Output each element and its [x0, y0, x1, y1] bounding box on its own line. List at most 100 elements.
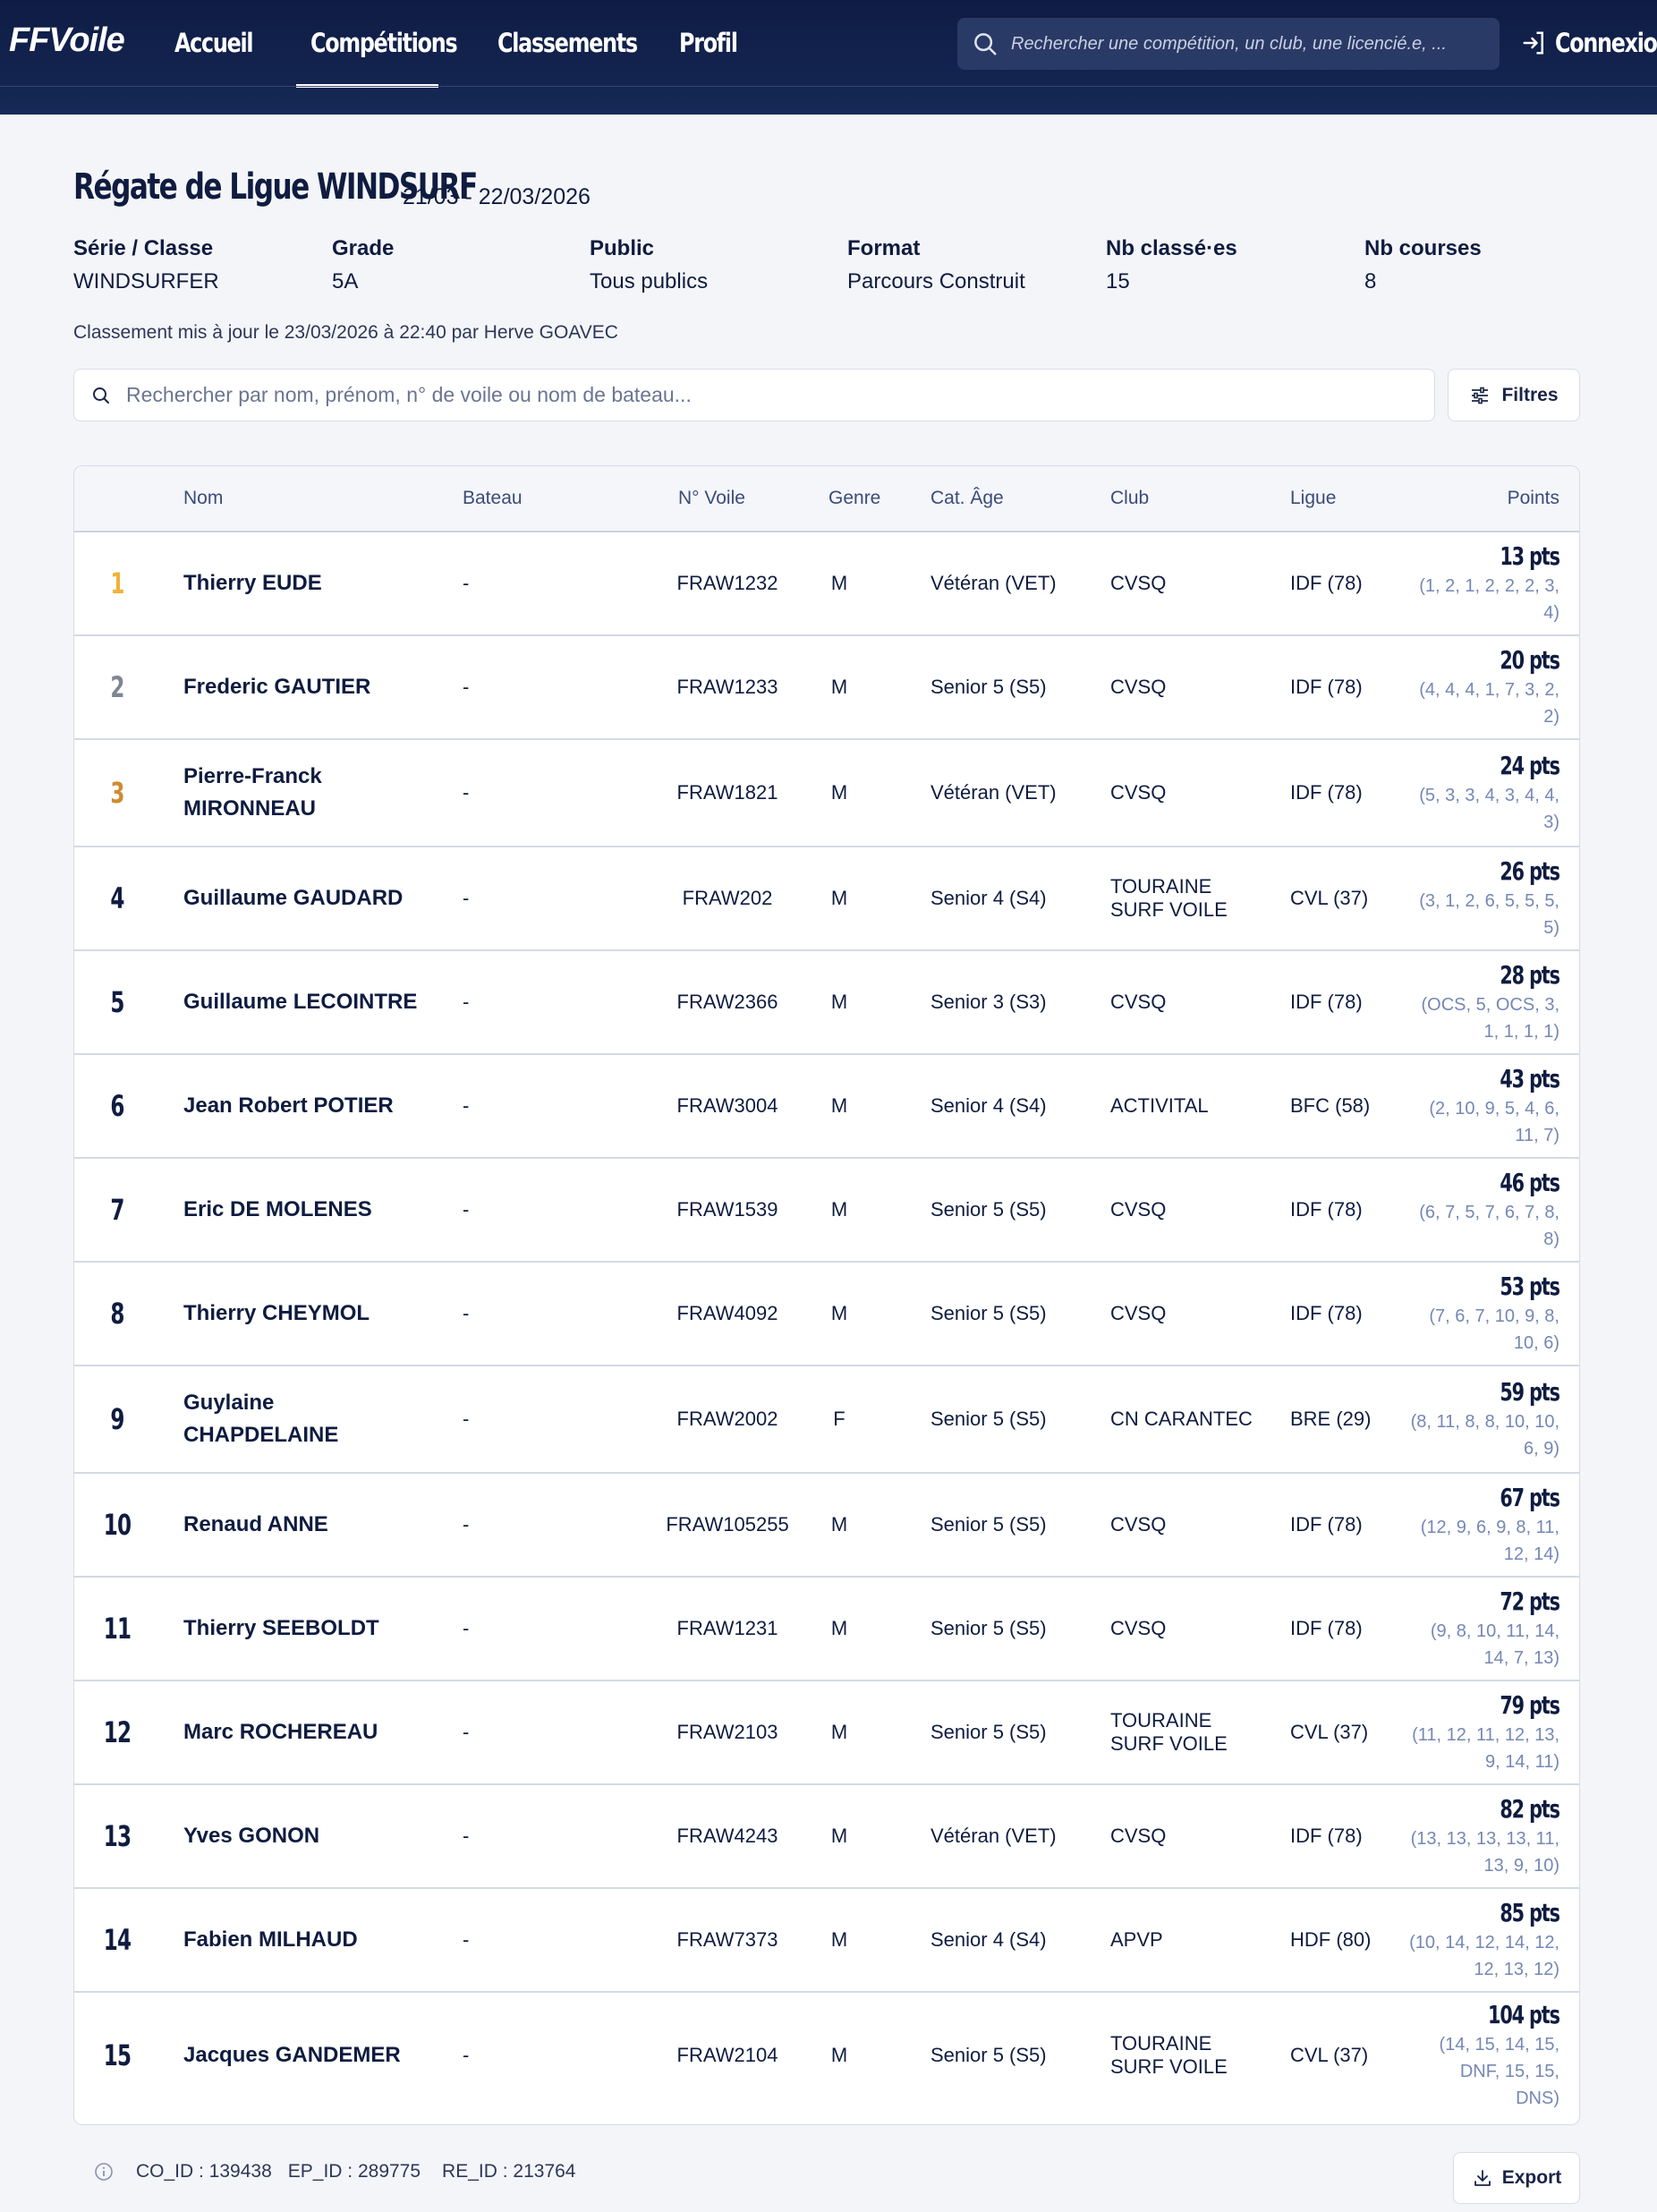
col-header-club[interactable]: Club [1110, 488, 1149, 509]
col-header-points[interactable]: Points [1508, 488, 1559, 509]
bateau-cell-text: - [463, 676, 470, 698]
table-row[interactable]: 7 Eric DE MOLENES - FRAW1539 M Senior 5 (S5) C… [74, 1159, 1579, 1263]
global-search-input[interactable]: Rechercher une compétition, un club, une… [957, 18, 1500, 70]
points-cell: 46 pts (6, 7, 5, 7, 6, 7, 8, 8) [1407, 1159, 1561, 1261]
table-row[interactable]: 12 Marc ROCHEREAU - FRAW2103 M Senior 5 (S5) T… [74, 1681, 1579, 1785]
genre-cell-text: M [830, 1617, 848, 1639]
results-search-input[interactable]: Rechercher par nom, prénom, n° de voile … [73, 369, 1435, 421]
name-cell: Guillaume GAUDARD [183, 847, 434, 949]
bateau-cell: - [463, 1263, 516, 1365]
points-total: 67 pts [1500, 1482, 1561, 1512]
nav-classements[interactable]: Classements [497, 21, 638, 86]
ffvoile-logo[interactable]: FFVoile [9, 21, 125, 60]
meta-nb-courses-value: 8 [1364, 269, 1377, 294]
nav-competitions[interactable]: Compétitions [310, 21, 458, 86]
voile-cell-text: FRAW3004 [676, 1094, 778, 1117]
table-row[interactable]: 11 Thierry SEEBOLDT - FRAW1231 M Senior 5 (S5… [74, 1578, 1579, 1681]
table-row[interactable]: 2 Frederic GAUTIER - FRAW1233 M Senior 5 (S5)… [74, 636, 1579, 740]
genre-cell: M [808, 532, 871, 634]
filters-button[interactable]: Filtres [1448, 369, 1580, 421]
meta-nb-courses-label: Nb courses [1364, 236, 1482, 260]
genre-cell: M [808, 951, 871, 1053]
voile-cell-text: FRAW1233 [676, 676, 778, 698]
col-header-bateau[interactable]: Bateau [463, 488, 523, 509]
footer-ids: CO_ID : 139438 EP_ID : 289775 RE_ID : 21… [93, 2161, 575, 2182]
table-row[interactable]: 4 Guillaume GAUDARD - FRAW202 M Senior 4 (S4)… [74, 847, 1579, 951]
rank-cell-text: 13 [103, 1819, 132, 1853]
rank-cell-text: 15 [103, 2038, 132, 2072]
bateau-cell: - [463, 740, 516, 846]
voile-cell-text: FRAW1232 [676, 572, 778, 594]
voile-cell: FRAW105255 [647, 1474, 808, 1576]
ligue-cell: IDF (78) [1290, 532, 1398, 634]
name-cell: Yves GONON [183, 1785, 434, 1887]
points-total: 46 pts [1500, 1167, 1561, 1197]
results-search-placeholder: Rechercher par nom, prénom, n° de voile … [126, 383, 692, 406]
rank-cell: 9 [86, 1366, 148, 1472]
table-row[interactable]: 14 Fabien MILHAUD - FRAW7373 M Senior 4 (S4) A… [74, 1889, 1579, 1993]
nav-accueil[interactable]: Accueil [174, 21, 254, 86]
genre-cell: M [808, 1474, 871, 1576]
meta-format-label: Format [847, 236, 921, 260]
genre-cell-text: M [830, 572, 848, 594]
table-row[interactable]: 15 Jacques GANDEMER - FRAW2104 M Senior 5 (S5… [74, 1993, 1579, 2118]
points-total: 104 pts [1488, 1999, 1560, 2029]
login-icon [1523, 31, 1543, 55]
login-button[interactable]: Connexion [1521, 21, 1657, 64]
club-cell-text: CVSQ [1110, 781, 1167, 804]
points-cell: 20 pts (4, 4, 4, 1, 7, 3, 2, 2) [1407, 636, 1560, 738]
meta-grade-label: Grade [332, 236, 395, 260]
rank-cell-text: 10 [103, 1508, 132, 1542]
club-cell-text: CVSQ [1110, 1825, 1167, 1847]
meta-public-value: Tous publics [590, 269, 709, 294]
table-row[interactable]: 1 Thierry EUDE - FRAW1232 M Vétéran (VET) CVSQ… [74, 532, 1579, 636]
genre-cell-text: M [830, 2044, 848, 2066]
points-detail: (9, 8, 10, 11, 14, 14, 7, 13) [1430, 1621, 1559, 1668]
ligue-cell-text: IDF (78) [1290, 1825, 1363, 1847]
nav-profil[interactable]: Profil [679, 21, 738, 86]
cat-age-cell-text: Senior 5 (S5) [930, 2044, 1047, 2066]
ligue-cell-text: IDF (78) [1290, 1198, 1363, 1221]
rank-cell-text: 6 [110, 1089, 124, 1123]
points-cell: 67 pts (12, 9, 6, 9, 8, 11, 12, 14) [1407, 1474, 1561, 1576]
points-cell: 43 pts (2, 10, 9, 5, 4, 6, 11, 7) [1407, 1055, 1560, 1157]
ligue-cell: IDF (78) [1290, 1578, 1398, 1680]
sliders-icon [1472, 387, 1489, 404]
table-row[interactable]: 10 Renaud ANNE - FRAW105255 M Senior 5 (S5) CV… [74, 1474, 1579, 1578]
table-row[interactable]: 5 Guillaume LECOINTRE - FRAW2366 M Senior 3 (… [74, 951, 1579, 1055]
voile-cell: FRAW4243 [647, 1785, 808, 1887]
bateau-cell-text: - [463, 1302, 470, 1324]
table-row[interactable]: 3 Pierre-Franck MIRONNEAU - FRAW1821 M Vétéra… [74, 740, 1579, 847]
genre-cell-text: M [830, 1928, 848, 1951]
points-detail: (3, 1, 2, 6, 5, 5, 5, 5) [1419, 890, 1559, 938]
rank-cell-text: 7 [110, 1193, 124, 1227]
points-cell: 28 pts (OCS, 5, OCS, 3, 1, 1, 1, 1) [1407, 951, 1561, 1053]
table-row[interactable]: 8 Thierry CHEYMOL - FRAW4092 M Senior 5 (S5) C… [74, 1263, 1579, 1366]
col-header-nom[interactable]: Nom [183, 488, 223, 509]
name-cell: Guillaume LECOINTRE [183, 951, 434, 1053]
col-header-genre[interactable]: Genre [828, 488, 880, 509]
ligue-cell: CVL (37) [1290, 847, 1398, 949]
rank-cell-text: 14 [103, 1923, 132, 1957]
table-row[interactable]: 13 Yves GONON - FRAW4243 M Vétéran (VET) CVSQ I… [74, 1785, 1579, 1889]
col-header-cat-age[interactable]: Cat. Âge [930, 488, 1004, 509]
rank-cell: 5 [86, 951, 148, 1053]
voile-cell-text: FRAW2002 [676, 1408, 778, 1430]
name-cell-text: Jean Robert POTIER [183, 1093, 394, 1118]
ligue-cell-text: IDF (78) [1290, 1513, 1363, 1536]
name-cell: Thierry CHEYMOL [183, 1263, 434, 1365]
rank-cell: 8 [86, 1263, 148, 1365]
genre-cell-text: M [830, 1825, 848, 1847]
voile-cell: FRAW1233 [647, 636, 808, 738]
table-row[interactable]: 9 Guylaine CHAPDELAINE - FRAW2002 F Senior 5 … [74, 1366, 1579, 1474]
genre-cell: M [808, 1785, 871, 1887]
name-cell: Thierry SEEBOLDT [183, 1578, 434, 1680]
cat-age-cell-text: Senior 5 (S5) [930, 1617, 1047, 1639]
col-header-ligue[interactable]: Ligue [1290, 488, 1336, 509]
cat-age-cell: Senior 5 (S5) [930, 1578, 1100, 1680]
club-cell: CVSQ [1110, 740, 1280, 846]
export-button[interactable]: Export [1453, 2152, 1580, 2204]
col-header-voile[interactable]: N° Voile [678, 488, 745, 509]
table-row[interactable]: 6 Jean Robert POTIER - FRAW3004 M Senior 4 (S… [74, 1055, 1579, 1159]
cat-age-cell-text: Senior 5 (S5) [930, 1721, 1047, 1743]
